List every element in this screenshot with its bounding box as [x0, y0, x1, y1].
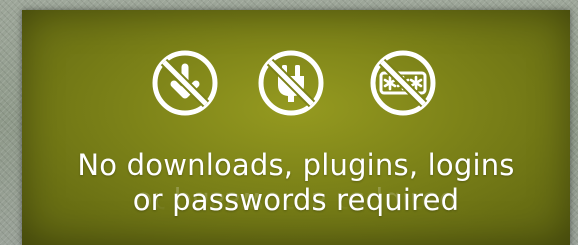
feature-icons [22, 48, 570, 118]
headline: No downloads, plugins, logins or passwor… [22, 148, 570, 218]
promo-banner: No downloads, plugins, logins or passwor… [22, 10, 570, 245]
no-download-icon [150, 48, 220, 118]
no-password-icon [368, 48, 438, 118]
headline-line-1: No downloads, plugins, logins [77, 148, 515, 182]
no-plugin-icon [256, 48, 326, 118]
headline-line-2: or passwords required [132, 183, 460, 217]
